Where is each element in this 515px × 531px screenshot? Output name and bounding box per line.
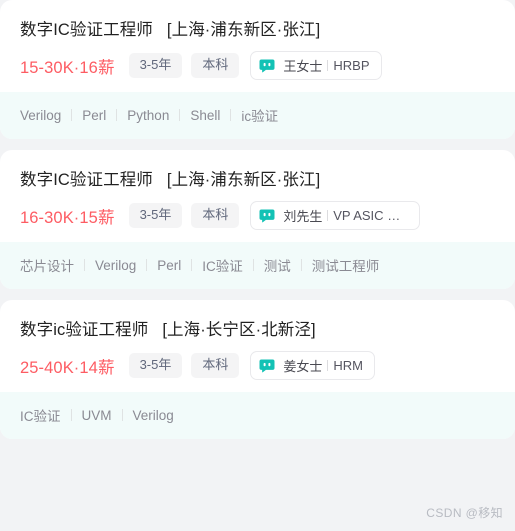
hr-title: HRBP xyxy=(333,58,370,73)
skill-tag: Shell xyxy=(190,107,221,123)
skill-tag: Verilog xyxy=(20,107,62,123)
job-title[interactable]: 数字IC验证工程师 xyxy=(20,16,153,40)
skill-separator xyxy=(191,259,193,271)
skill-row: 芯片设计 Verilog Perl IC验证 测试 测试工程师 xyxy=(0,242,515,289)
skill-tag: Python xyxy=(127,107,170,123)
hr-title: VP ASIC Des… xyxy=(333,208,408,223)
skill-separator xyxy=(300,259,302,271)
hr-name: 刘先生 xyxy=(283,209,323,224)
job-salary: 16-30K·15薪 xyxy=(20,208,115,227)
skill-separator xyxy=(146,259,148,271)
skill-separator xyxy=(230,109,232,121)
job-salary: 15-30K·16薪 xyxy=(20,58,115,77)
skill-tag: IC验证 xyxy=(20,409,61,424)
chat-bubble-icon xyxy=(259,209,275,223)
skill-separator xyxy=(116,109,118,121)
job-meta-row: 15-30K·16薪 3-5年 本科 王女士 HRBP xyxy=(20,51,495,80)
job-location: [上海·长宁区·北新泾] xyxy=(162,321,316,339)
skill-tag: ic验证 xyxy=(241,109,279,124)
hr-badge[interactable]: 姜女士 HRM xyxy=(250,351,375,380)
hr-separator xyxy=(327,60,329,71)
skill-separator xyxy=(252,259,254,271)
skill-separator xyxy=(121,409,123,421)
watermark: CSDN @移知 xyxy=(426,506,503,520)
job-location: [上海·浦东新区·张江] xyxy=(166,171,321,189)
chat-bubble-icon xyxy=(259,59,275,73)
education-tag: 本科 xyxy=(191,53,240,78)
skill-tag: 测试 xyxy=(263,259,291,274)
job-title[interactable]: 数字ic验证工程师 xyxy=(20,316,148,340)
skill-separator xyxy=(70,409,72,421)
skill-tag: Verilog xyxy=(95,257,137,273)
skill-tag: UVM xyxy=(81,407,112,423)
job-title[interactable]: 数字IC验证工程师 xyxy=(20,166,153,190)
hr-badge[interactable]: 刘先生 VP ASIC Des… xyxy=(250,201,421,230)
hr-separator xyxy=(327,360,329,371)
job-card-body: 数字IC验证工程师 [上海·浦东新区·张江] 16-30K·15薪 3-5年 本… xyxy=(0,150,515,242)
job-title-row: 数字ic验证工程师 [上海·长宁区·北新泾] xyxy=(20,316,495,340)
experience-tag: 3-5年 xyxy=(128,203,183,228)
skill-row: IC验证 UVM Verilog xyxy=(0,392,515,439)
job-salary: 25-40K·14薪 xyxy=(20,358,115,377)
skill-tag: IC验证 xyxy=(202,259,243,274)
job-title-row: 数字IC验证工程师 [上海·浦东新区·张江] xyxy=(20,16,495,40)
skill-separator xyxy=(179,109,181,121)
skill-separator xyxy=(71,109,73,121)
job-card-2[interactable]: 数字IC验证工程师 [上海·浦东新区·张江] 16-30K·15薪 3-5年 本… xyxy=(0,150,515,289)
skill-tag: 芯片设计 xyxy=(20,259,74,274)
skill-row: Verilog Perl Python Shell ic验证 xyxy=(0,92,515,139)
experience-tag: 3-5年 xyxy=(128,353,183,378)
job-meta-row: 25-40K·14薪 3-5年 本科 姜女士 HRM xyxy=(20,351,495,380)
skill-tag: 测试工程师 xyxy=(311,259,380,274)
skill-tag: Perl xyxy=(157,257,182,273)
job-card-1[interactable]: 数字IC验证工程师 [上海·浦东新区·张江] 15-30K·16薪 3-5年 本… xyxy=(0,0,515,139)
job-card-body: 数字ic验证工程师 [上海·长宁区·北新泾] 25-40K·14薪 3-5年 本… xyxy=(0,300,515,392)
job-location: [上海·浦东新区·张江] xyxy=(166,21,321,39)
education-tag: 本科 xyxy=(191,203,240,228)
job-title-row: 数字IC验证工程师 [上海·浦东新区·张江] xyxy=(20,166,495,190)
hr-title: HRM xyxy=(333,358,363,373)
chat-bubble-icon xyxy=(259,359,275,373)
hr-name: 姜女士 xyxy=(283,359,323,374)
hr-badge[interactable]: 王女士 HRBP xyxy=(250,51,382,80)
skill-separator xyxy=(84,259,85,271)
hr-separator xyxy=(327,210,329,221)
job-card-body: 数字IC验证工程师 [上海·浦东新区·张江] 15-30K·16薪 3-5年 本… xyxy=(0,0,515,92)
experience-tag: 3-5年 xyxy=(128,53,183,78)
skill-tag: Perl xyxy=(82,107,107,123)
skill-tag: Verilog xyxy=(132,407,174,423)
hr-name: 王女士 xyxy=(283,59,323,74)
education-tag: 本科 xyxy=(191,353,240,378)
job-card-3[interactable]: 数字ic验证工程师 [上海·长宁区·北新泾] 25-40K·14薪 3-5年 本… xyxy=(0,300,515,439)
job-meta-row: 16-30K·15薪 3-5年 本科 刘先生 VP ASIC Des… xyxy=(20,201,495,230)
job-list: 数字IC验证工程师 [上海·浦东新区·张江] 15-30K·16薪 3-5年 本… xyxy=(0,0,515,450)
